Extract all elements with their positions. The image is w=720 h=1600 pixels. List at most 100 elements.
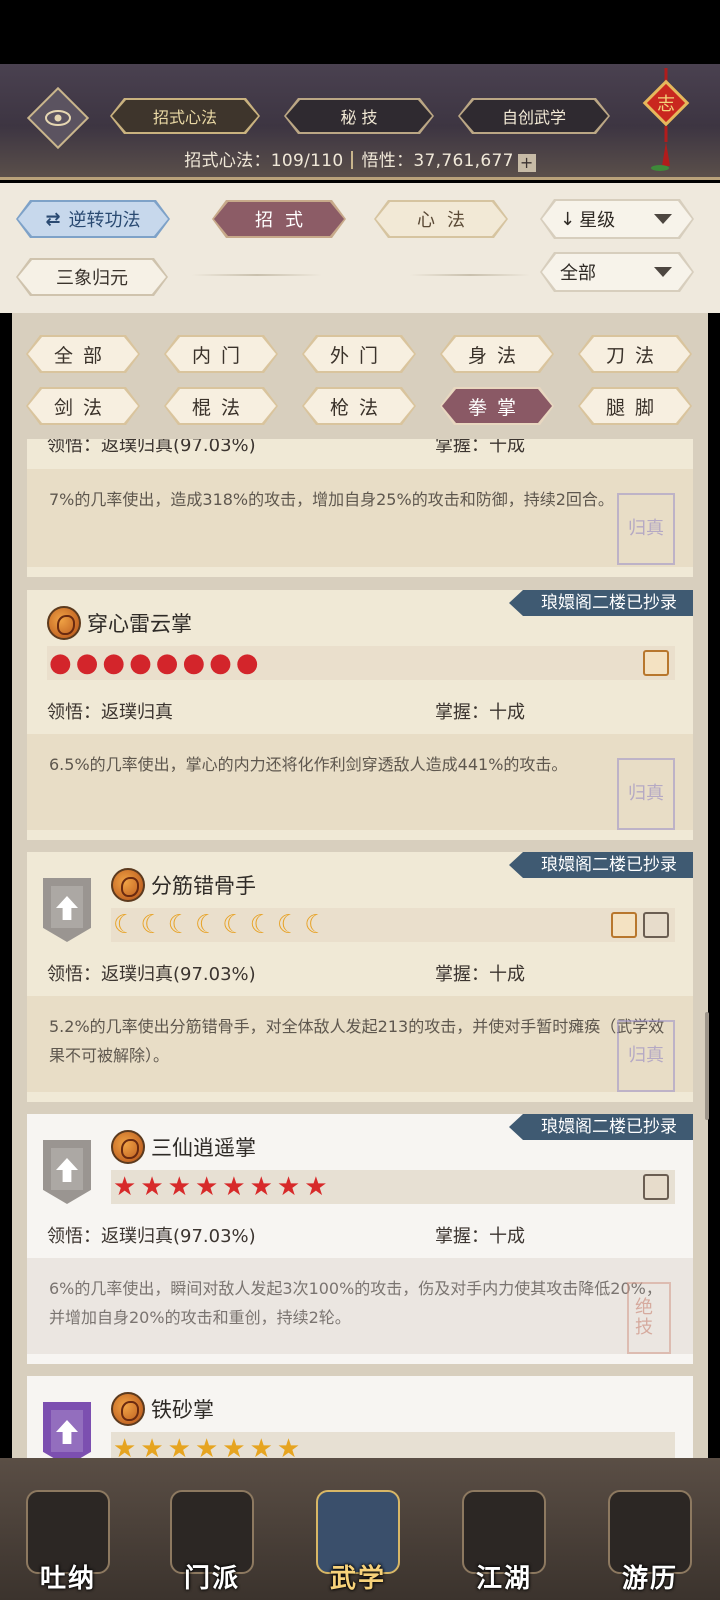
filter-jianfa[interactable]: 剑法 (26, 387, 140, 425)
rank-star-icon: ☾ (222, 910, 250, 940)
rank-star-icon: ★ (276, 1172, 305, 1202)
rank-up-badge[interactable] (43, 878, 91, 942)
seal-stamp: 绝技 (627, 1282, 671, 1354)
rank-up-badge[interactable] (43, 1140, 91, 1204)
tab-zichuang-wuxue[interactable]: 自创武学 (458, 98, 610, 134)
up-arrow-icon (56, 1420, 78, 1444)
rank-up-badge[interactable] (43, 1402, 91, 1466)
sort-label: 星级 (579, 210, 616, 231)
chevron-down-icon (654, 214, 672, 224)
wu-value: 返璞归真(97.03%) (101, 1226, 256, 1247)
skill-card[interactable]: 琅嬛阁二楼已抄录 穿心雷云掌 ●●●●●●●● 领悟：返璞归真 掌握：十成 6.… (27, 590, 693, 840)
rank-star-icon: ★ (167, 1172, 195, 1202)
wu-label: 领悟： (47, 1226, 101, 1247)
palm-skill-icon (111, 1130, 145, 1164)
copied-tag: 琅嬛阁二楼已抄录 (509, 852, 693, 878)
rank-star-icon: ☾ (113, 910, 141, 940)
rank-star-icon: ● (182, 648, 210, 678)
zhaoshi-label: 招式心法： (184, 151, 271, 171)
skill-card[interactable]: 琅嬛阁二楼已抄录 分筋错骨手 ☾☾☾☾☾☾☾☾ 领悟：返璞归真(97.03%) … (27, 852, 693, 1102)
rank-ornaments: ☾☾☾☾☾☾☾☾ (113, 908, 332, 942)
rank-ornaments: ★★★★★★★★ (113, 1170, 332, 1204)
palm-skill-icon (111, 868, 145, 902)
filter-waimen[interactable]: 外门 (302, 335, 416, 373)
rank-star-icon: ● (75, 648, 103, 678)
sanxiang-guiyuan-button[interactable]: 三象归元 (16, 258, 168, 296)
wu-label: 领悟： (47, 702, 101, 723)
nav-youli[interactable]: 游历 (604, 1490, 696, 1594)
grasp-value: 十成 (489, 439, 525, 456)
nav-tuna[interactable]: 吐纳 (22, 1490, 114, 1594)
rank-ornaments: ●●●●●●●● (49, 646, 263, 680)
tab-zhaoshi-xinfa[interactable]: 招式心法 (110, 98, 260, 134)
rank-star-icon: ☾ (304, 910, 332, 940)
fist-icon[interactable] (643, 1174, 669, 1200)
filter-all[interactable]: 全部 (26, 335, 140, 373)
filter-qiangfa[interactable]: 枪法 (302, 387, 416, 425)
skill-card[interactable]: 琅嬛阁二楼已抄录 三仙逍遥掌 ★★★★★★★★ 领悟：返璞归真(97.03%) … (27, 1114, 693, 1364)
filter-dropdown[interactable]: 全部 (540, 252, 694, 292)
filter-daofa[interactable]: 刀法 (578, 335, 692, 373)
scrollbar[interactable] (705, 1012, 709, 1120)
star-bar: ●●●●●●●● (47, 646, 675, 680)
wu-label: 领悟： (47, 964, 101, 985)
filter-gunfa[interactable]: 棍法 (164, 387, 278, 425)
category-filters: 全部 内门 外门 身法 刀法 剑法 棍法 枪法 拳掌 腿脚 (12, 313, 708, 439)
star-bar: ☾☾☾☾☾☾☾☾ (111, 908, 675, 942)
sort-dropdown[interactable]: ↓ 星级 (540, 199, 694, 239)
rank-star-icon: ★ (113, 1172, 141, 1202)
divider (410, 274, 530, 276)
rank-star-icon: ★ (304, 1172, 332, 1202)
rank-star-icon: ☾ (167, 910, 195, 940)
add-wuxing-button[interactable]: + (517, 154, 536, 172)
chevron-down-icon (654, 267, 672, 277)
copied-tag: 琅嬛阁二楼已抄录 (509, 590, 693, 616)
rank-star-icon: ● (235, 648, 263, 678)
skill-name: 三仙逍遥掌 (151, 1136, 256, 1160)
star-bar: ★★★★★★★★ (111, 1170, 675, 1204)
copied-tag: 琅嬛阁二楼已抄录 (509, 1114, 693, 1140)
skill-card[interactable]: 领悟：返璞归真(97.03%) 掌握：十成 7%的几率使出，造成318%的攻击，… (27, 439, 693, 577)
grasp-value: 十成 (489, 702, 525, 723)
rank-star-icon: ● (129, 648, 156, 678)
rank-star-icon: ★ (249, 1172, 277, 1202)
skill-name: 铁砂掌 (151, 1398, 214, 1422)
rank-star-icon: ● (49, 648, 76, 678)
seal-stamp: 归真 (617, 1020, 675, 1092)
reverse-skill-button[interactable]: ⇄ 逆转功法 (16, 200, 170, 238)
grasp-label: 掌握： (435, 1226, 489, 1247)
tab-xinfa[interactable]: 心法 (374, 200, 508, 238)
rank-star-icon: ● (155, 648, 183, 678)
nav-wuxue[interactable]: 武学 (312, 1490, 404, 1594)
filter-quanzhang[interactable]: 拳掌 (440, 387, 554, 425)
wu-value: 返璞归真(97.03%) (101, 964, 256, 985)
rank-star-icon: ● (209, 648, 236, 678)
reverse-label: 逆转功法 (68, 210, 141, 231)
palm-skill-icon (111, 1392, 145, 1426)
nav-jianghu[interactable]: 江湖 (458, 1490, 550, 1594)
rank-star-icon: ● (102, 648, 130, 678)
filter-shenfa[interactable]: 身法 (440, 335, 554, 373)
grasp-label: 掌握： (435, 964, 489, 985)
wuxing-label: 悟性： (361, 151, 414, 171)
divider (351, 151, 354, 169)
weapon-icon[interactable] (611, 912, 637, 938)
tab-miji[interactable]: 秘 技 (284, 98, 434, 134)
filter-tuijiao[interactable]: 腿脚 (578, 387, 692, 425)
status-bar (0, 0, 720, 64)
wu-value: 返璞归真 (101, 702, 173, 723)
grasp-value: 十成 (489, 964, 525, 985)
stats-line: 招式心法：109/110 悟性：37,761,677 + (0, 146, 720, 172)
skill-card[interactable]: 铁砂掌 ★★★★★★★ (27, 1376, 693, 1466)
grasp-label: 掌握： (435, 439, 489, 456)
filter-neimen[interactable]: 内门 (164, 335, 278, 373)
rank-star-icon: ★ (194, 1172, 223, 1202)
fist-icon[interactable] (643, 650, 669, 676)
wu-label: 领悟： (47, 439, 101, 456)
grasp-value: 十成 (489, 1226, 525, 1247)
tab-zhaoshi[interactable]: 招式 (212, 200, 346, 238)
fist-icon[interactable] (643, 912, 669, 938)
nav-menpai[interactable]: 门派 (166, 1490, 258, 1594)
up-arrow-icon (56, 1158, 78, 1182)
app-root: { "top_tabs": ["招式心法", "秘 技", "自创武学"], "… (0, 0, 720, 1600)
